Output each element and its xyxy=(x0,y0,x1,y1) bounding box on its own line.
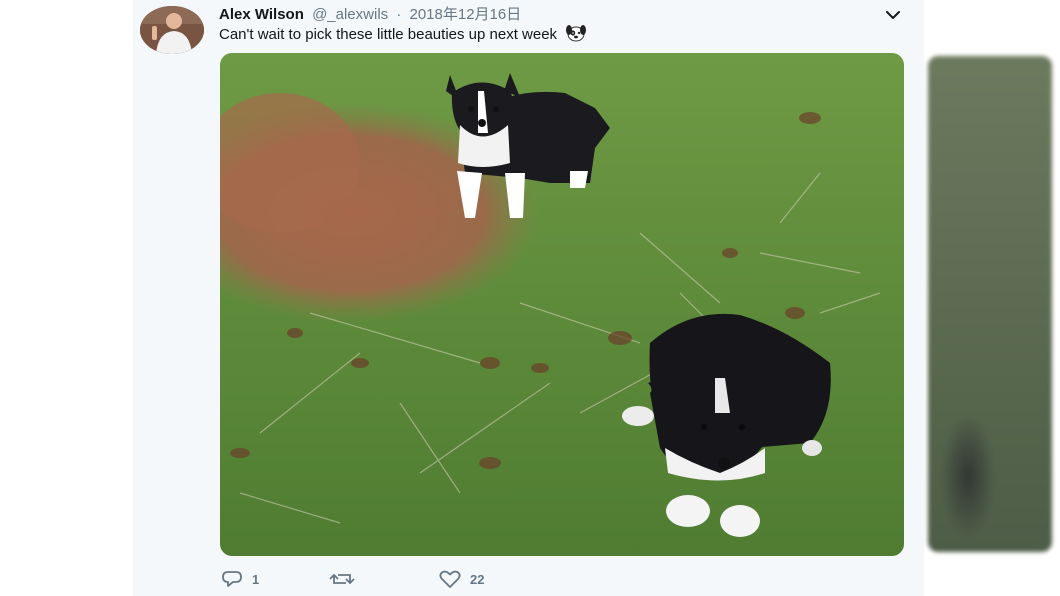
heart-icon xyxy=(439,570,461,588)
reply-icon xyxy=(222,571,242,587)
blurred-photo-preview xyxy=(928,56,1052,552)
reply-count: 1 xyxy=(252,571,260,587)
tweet-text-line: Can't wait to pick these little beauties… xyxy=(219,24,587,44)
next-media-preview[interactable] xyxy=(924,0,1060,596)
tweet-date[interactable]: 2018年12月16日 xyxy=(410,6,522,23)
avatar[interactable] xyxy=(140,6,204,54)
retweet-button[interactable] xyxy=(328,568,364,590)
left-margin xyxy=(0,0,133,596)
tweet-header: Alex Wilson @_alexwils · 2018年12月16日 xyxy=(219,6,521,24)
like-button[interactable]: 22 xyxy=(438,568,484,590)
dog-face-emoji xyxy=(565,24,587,42)
puppies-photo xyxy=(220,53,904,556)
separator-dot: · xyxy=(396,6,402,23)
tweet-photo[interactable] xyxy=(220,53,904,556)
display-name[interactable]: Alex Wilson xyxy=(219,6,304,23)
user-handle[interactable]: @_alexwils xyxy=(312,6,388,23)
like-count: 22 xyxy=(470,571,485,587)
chevron-down-icon[interactable] xyxy=(884,8,902,22)
avatar-image xyxy=(140,6,204,54)
tweet-text: Can't wait to pick these little beauties… xyxy=(219,26,558,43)
retweet-icon xyxy=(329,573,355,585)
reply-button[interactable]: 1 xyxy=(220,568,259,590)
